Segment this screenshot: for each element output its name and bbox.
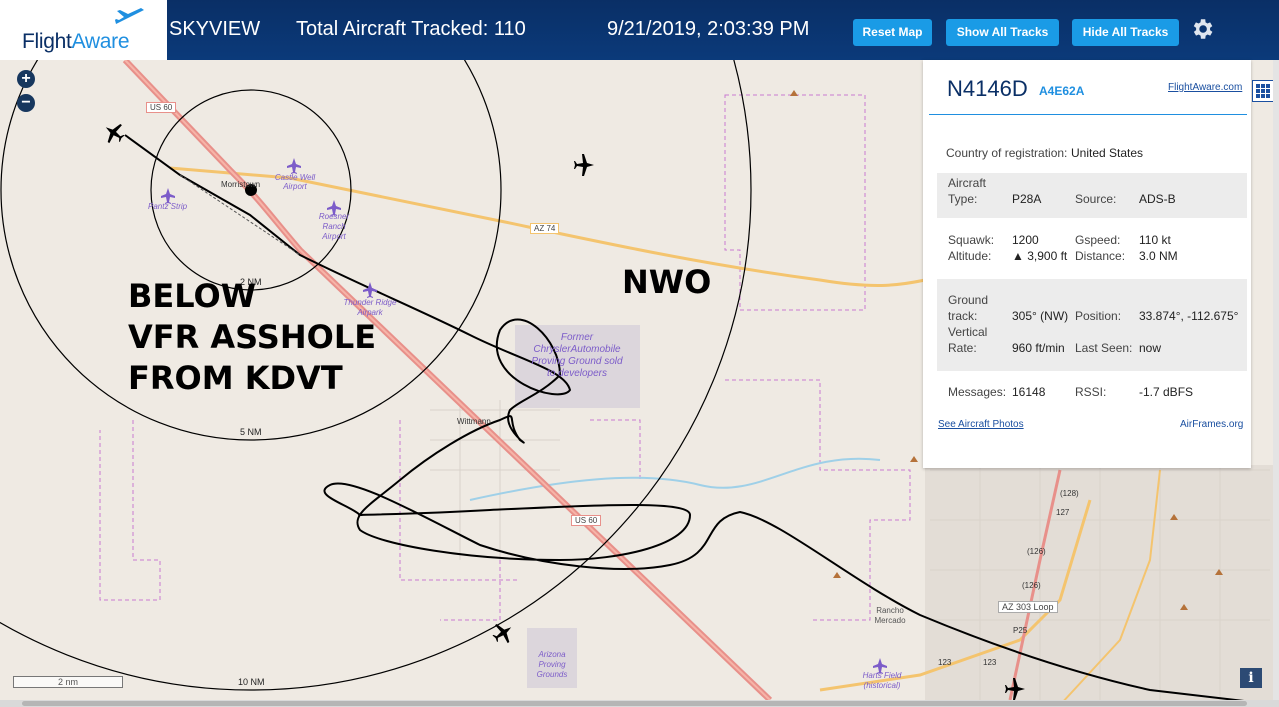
airport-label: Roesner Ranch Airport <box>318 212 350 241</box>
track-label: track: <box>948 309 978 323</box>
aircraft-label: Aircraft <box>948 176 987 190</box>
aircraft-row: Aircraft Type: P28A Source: ADS-B <box>937 173 1247 218</box>
road-label: P25 <box>1013 626 1028 635</box>
source-value: ADS-B <box>1139 192 1176 206</box>
aircraft-label: Type: <box>948 192 978 206</box>
logo-wordmark: FlightAware <box>22 30 130 53</box>
clock: 9/21/2019, 2:03:39 PM <box>607 18 810 40</box>
aircraft-icon[interactable] <box>488 618 517 647</box>
road-shield: AZ 74 <box>530 223 560 234</box>
track-label: Ground <box>948 293 989 307</box>
airport-label: Pantz Strip <box>148 202 188 211</box>
plane-logo-icon <box>115 8 144 24</box>
scale-bar: 2 nm <box>13 676 123 688</box>
rssi-label: RSSI: <box>1075 385 1107 399</box>
messages-row: Messages: 16148 RSSI: -1.7 dBFS <box>937 378 1247 402</box>
annotation-line: FROM KDVT <box>128 359 343 397</box>
airport-label: Castle Well Airport <box>274 173 316 191</box>
gspeed-label: Gspeed: <box>1075 233 1121 247</box>
road-label: (126) <box>1022 581 1041 590</box>
vrate-value: 960 ft/min <box>1012 341 1065 355</box>
area-label: Arizona Proving Grounds <box>536 650 568 679</box>
annotation-line: BELOW <box>128 277 256 315</box>
flightaware-logo[interactable]: FlightAware <box>0 0 167 60</box>
source-label: Source: <box>1075 192 1117 206</box>
zoom-out-icon[interactable]: − <box>17 94 35 112</box>
distance-label: Distance: <box>1075 249 1126 263</box>
reset-map-button[interactable]: Reset Map <box>853 19 932 46</box>
position-label: Position: <box>1075 309 1122 323</box>
place-label: Wittmann <box>457 417 491 426</box>
ring-label: 5 NM <box>240 427 262 437</box>
annotation-text: BELOW VFR ASSHOLE FROM KDVT <box>128 276 376 399</box>
road-label: 123 <box>938 658 952 667</box>
hex-code: A4E62A <box>1039 84 1085 98</box>
annotation-line: VFR ASSHOLE <box>128 318 377 356</box>
zoom-in-icon[interactable]: + <box>17 70 35 88</box>
rssi-value: -1.7 dBFS <box>1139 385 1194 399</box>
road-label: (128) <box>1060 489 1079 498</box>
lastseen-value: now <box>1139 341 1162 355</box>
aircraft-info-panel: N4146D A4E62A FlightAware.com Country of… <box>923 60 1251 468</box>
lastseen-label: Last Seen: <box>1075 341 1133 355</box>
altitude-label: Altitude: <box>948 249 992 263</box>
ring-label: 10 NM <box>238 677 265 687</box>
urban-area <box>925 465 1279 707</box>
airport-icon <box>287 158 301 174</box>
country-label: Country of registration: <box>946 146 1068 160</box>
road-label: (126) <box>1027 547 1046 556</box>
squawk-label: Squawk: <box>948 233 995 247</box>
messages-label: Messages: <box>948 385 1007 399</box>
gear-icon[interactable] <box>1189 16 1215 42</box>
aircraft-icon[interactable] <box>574 154 594 176</box>
tracked-count: Total Aircraft Tracked: 110 <box>296 18 526 40</box>
altitude-value: ▲ 3,900 ft <box>1012 249 1068 263</box>
country-row: Country of registration: United States <box>937 138 1247 168</box>
airframes-link[interactable]: AirFrames.org <box>1180 419 1243 430</box>
flightaware-link[interactable]: FlightAware.com <box>1168 82 1242 93</box>
airport-label: Harts Field (historical) <box>862 671 902 690</box>
squawk-row: Squawk: 1200 Gspeed: 110 kt Altitude: ▲ … <box>937 230 1247 270</box>
vrate-label: Rate: <box>948 341 977 355</box>
scrollbar-thumb[interactable] <box>22 701 1247 706</box>
road-label: 127 <box>1056 508 1070 517</box>
tail-number: N4146D <box>947 76 1028 101</box>
position-value: 33.874°, -112.675° <box>1139 309 1239 323</box>
squawk-value: 1200 <box>1012 233 1039 247</box>
app-title: SKYVIEW <box>169 18 261 40</box>
aircraft-icon[interactable] <box>99 118 128 147</box>
road-label: 123 <box>983 658 997 667</box>
place-label: Morristown <box>221 180 261 189</box>
hide-all-tracks-button[interactable]: Hide All Tracks <box>1072 19 1179 46</box>
distance-value: 3.0 NM <box>1139 249 1178 263</box>
annotation-nwo: NWO <box>622 263 712 301</box>
road-shield: US 60 <box>146 102 177 113</box>
messages-value: 16148 <box>1012 385 1046 399</box>
panel-divider <box>929 114 1247 115</box>
info-icon[interactable]: i <box>1240 668 1262 688</box>
vertical-scrollbar[interactable] <box>1273 60 1279 700</box>
aircraft-photos-link[interactable]: See Aircraft Photos <box>938 419 1024 430</box>
country-value: United States <box>1071 146 1144 160</box>
aircraft-type: P28A <box>1012 192 1042 206</box>
place-label: Rancho Mercado <box>874 606 906 625</box>
road-shield: AZ 303 Loop <box>998 601 1058 613</box>
road-shield: US 60 <box>571 515 602 526</box>
gspeed-value: 110 kt <box>1139 233 1171 247</box>
track-value: 305° (NW) <box>1012 309 1069 323</box>
grid-icon[interactable] <box>1252 80 1274 102</box>
track-row: Ground track: 305° (NW) Position: 33.874… <box>937 279 1247 371</box>
show-all-tracks-button[interactable]: Show All Tracks <box>946 19 1059 46</box>
area-label: Former ChryslerAutomobile Proving Ground… <box>531 332 623 379</box>
vrate-label: Vertical <box>948 325 988 339</box>
